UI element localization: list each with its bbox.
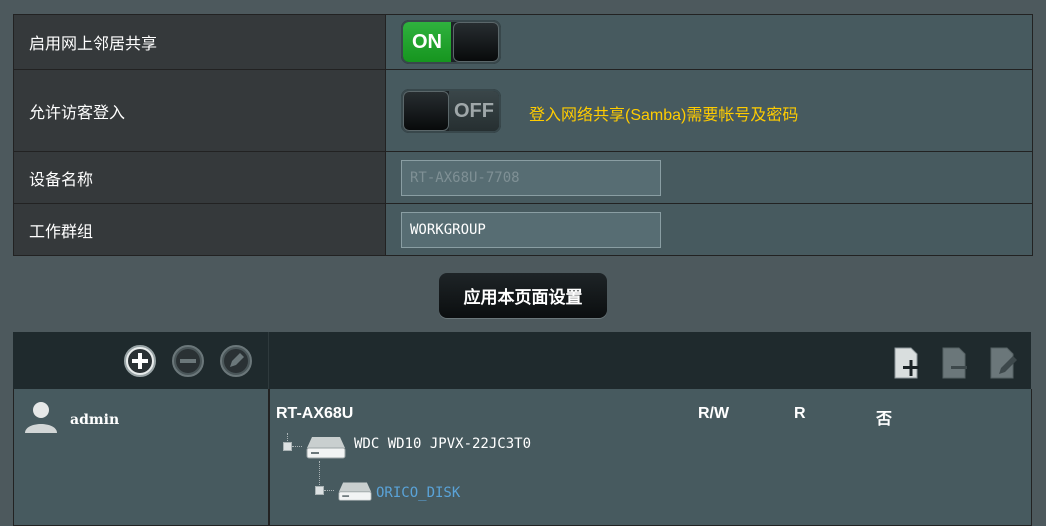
toggle-knob — [453, 22, 499, 62]
folder-toolbar — [269, 332, 1031, 389]
device-name-input[interactable] — [401, 159, 661, 196]
add-user-icon[interactable] — [123, 344, 157, 378]
add-folder-icon[interactable] — [891, 346, 923, 380]
edit-folder-icon[interactable] — [987, 346, 1019, 380]
tree-line — [319, 461, 320, 485]
expand-toggle[interactable] — [315, 486, 324, 495]
user-name: admin — [70, 412, 120, 428]
drive-label[interactable]: ORICO_DISK — [376, 485, 460, 501]
remove-folder-icon[interactable] — [939, 346, 971, 380]
user-item[interactable]: admin — [22, 399, 119, 435]
perm-header-rw: R/W — [698, 405, 730, 422]
toggle-off-text: OFF — [449, 90, 499, 131]
perm-header-r: R — [794, 405, 806, 422]
share-permission-panel: admin RT-AX68U R/W R 否 WDC WD10 JPVX-22J… — [13, 332, 1032, 526]
network-share-label: 启用网上邻居共享 — [13, 14, 386, 70]
workgroup-label: 工作群组 — [13, 203, 386, 256]
collapse-toggle[interactable] — [283, 442, 292, 451]
samba-settings-table: 启用网上邻居共享 ON 允许访客登入 OFF 登入网络共享(Samba)需要帐号… — [13, 14, 1033, 256]
user-avatar-icon — [25, 402, 57, 433]
user-toolbar — [13, 332, 269, 389]
tree-root-label: RT-AX68U — [276, 405, 354, 422]
network-share-toggle[interactable]: ON — [401, 20, 501, 64]
perm-header-none: 否 — [876, 411, 893, 428]
toggle-knob — [403, 90, 449, 131]
remove-user-icon[interactable] — [171, 344, 205, 378]
hard-drive-icon — [338, 482, 372, 501]
guest-login-label: 允许访客登入 — [13, 69, 386, 152]
apply-settings-button[interactable]: 应用本页面设置 — [439, 273, 607, 318]
user-list: admin — [13, 389, 269, 526]
toggle-on-text: ON — [403, 22, 451, 62]
drive-label[interactable]: WDC WD10 JPVX-22JC3T0 — [354, 436, 531, 452]
guest-login-hint: 登入网络共享(Samba)需要帐号及密码 — [529, 107, 799, 124]
tree-line — [324, 490, 334, 491]
guest-login-toggle[interactable]: OFF — [401, 88, 501, 133]
device-name-label: 设备名称 — [13, 151, 386, 204]
edit-user-icon[interactable] — [219, 344, 253, 378]
tree-line — [292, 446, 302, 447]
hard-drive-icon — [306, 437, 346, 459]
folder-tree: RT-AX68U R/W R 否 WDC WD10 JPVX-22JC3T0 O… — [269, 389, 1032, 526]
workgroup-input[interactable] — [401, 211, 661, 248]
